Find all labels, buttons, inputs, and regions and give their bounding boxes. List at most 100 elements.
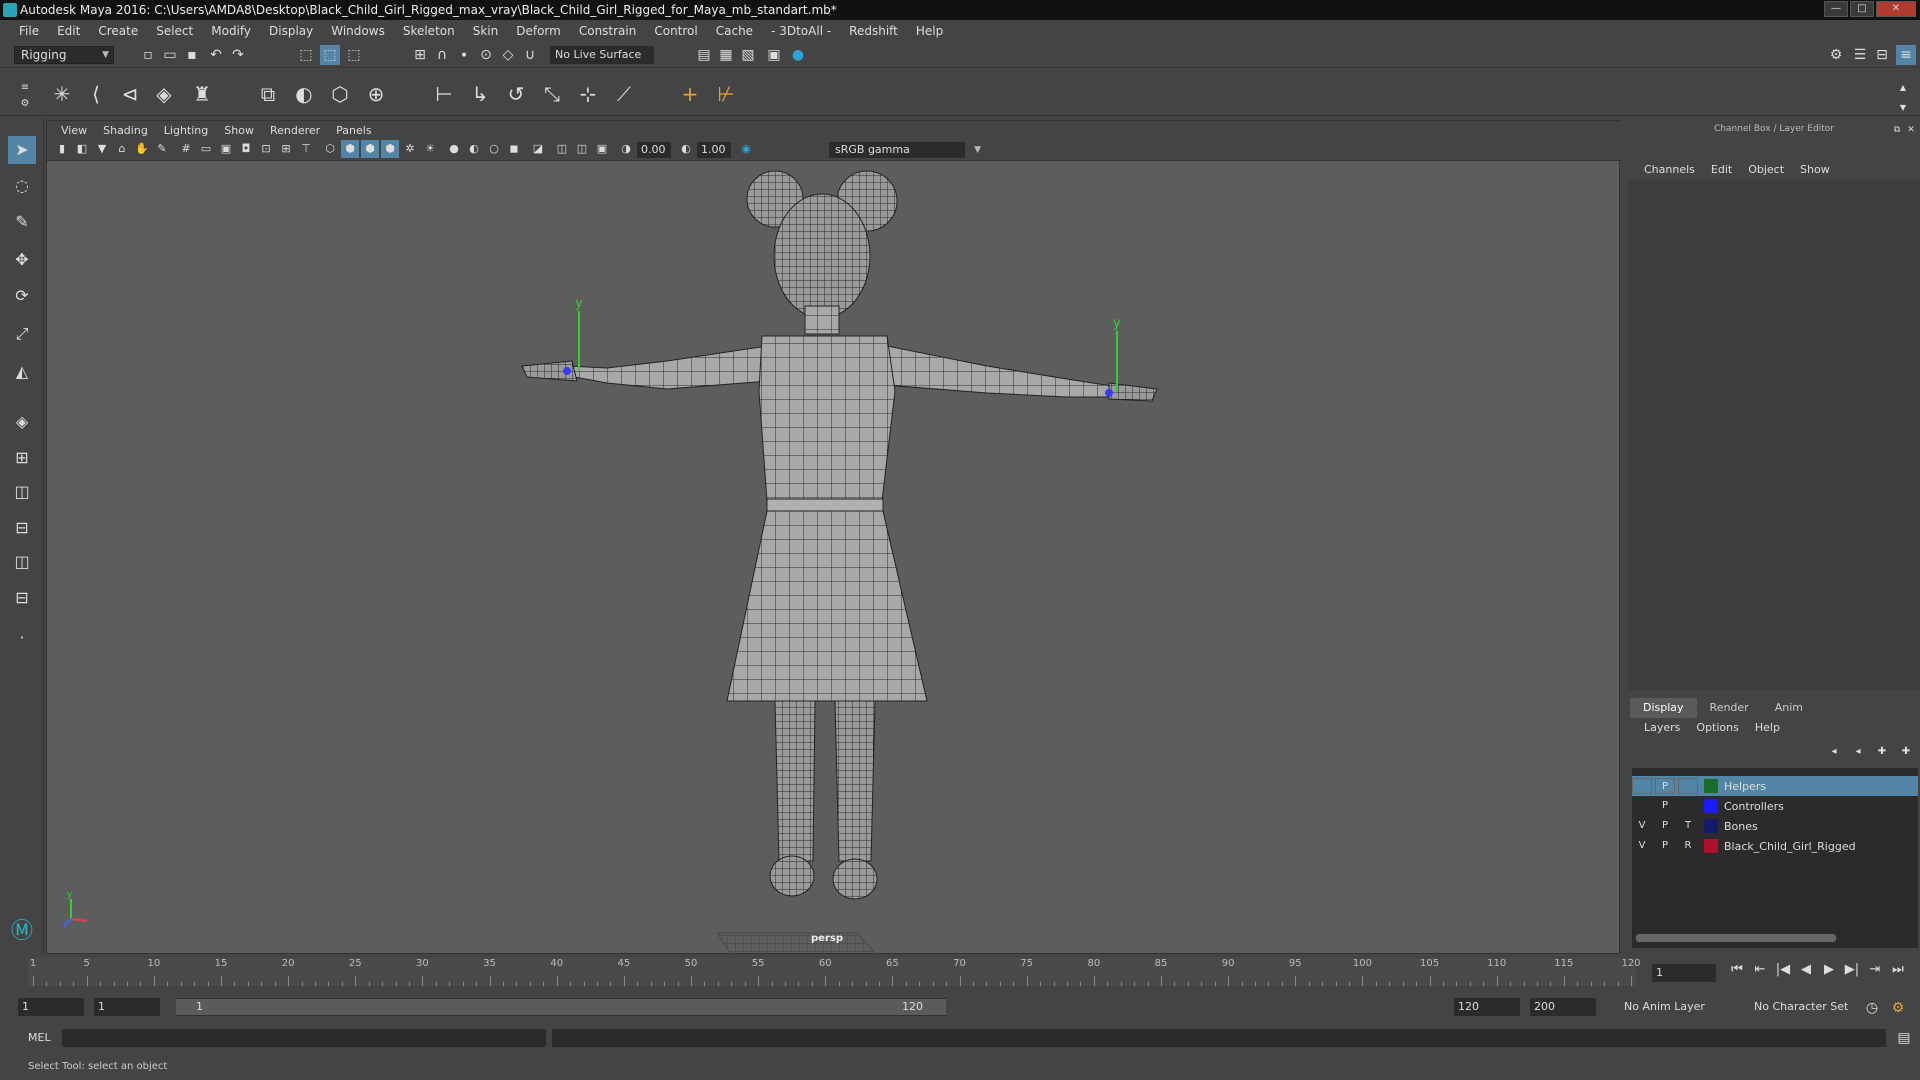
last-tool-icon[interactable]: ◭	[8, 358, 36, 386]
layer-color-swatch[interactable]	[1704, 799, 1718, 813]
cb-menu-channels[interactable]: Channels	[1636, 160, 1703, 180]
menu-skeleton[interactable]: Skeleton	[394, 24, 464, 38]
wireframe-on-shaded-icon[interactable]: ⬢	[361, 140, 379, 158]
range-slider-handle[interactable]	[176, 999, 946, 1015]
layer-row[interactable]: P Controllers	[1632, 796, 1918, 816]
attribute-editor-icon[interactable]: ☰	[1850, 45, 1870, 65]
motion-blur-icon[interactable]: ◐	[465, 140, 483, 158]
range-slider-track[interactable]: 1 120	[176, 998, 946, 1016]
lasso-tool-icon[interactable]: ◌	[8, 172, 36, 200]
textured-icon[interactable]: ⬢	[381, 140, 399, 158]
le-menu-help[interactable]: Help	[1747, 718, 1788, 738]
resolution-gate-icon[interactable]: ▣	[217, 140, 235, 158]
time-ruler[interactable]: 1 5 10 15 20 25 30 35 40 45 50 55 60 65 70 75 80 85 90 95 10…	[28, 958, 1641, 986]
gate-mask-icon[interactable]: ◘	[237, 140, 255, 158]
point-constraint-icon[interactable]: ⊢	[430, 80, 458, 108]
tab-render[interactable]: Render	[1697, 698, 1762, 718]
go-to-end-button[interactable]: ⏭	[1889, 962, 1907, 977]
menu-redshift[interactable]: Redshift	[840, 24, 907, 38]
viewport-panel[interactable]: View Shading Lighting Show Renderer Pane…	[46, 120, 1621, 955]
grease-pencil-icon[interactable]: ✎	[153, 140, 171, 158]
snap-point-icon[interactable]: ∙	[454, 45, 474, 65]
menu-modify[interactable]: Modify	[202, 24, 260, 38]
layer-playback-toggle[interactable]: P	[1655, 838, 1675, 854]
layer-color-swatch[interactable]	[1704, 819, 1718, 833]
layer-type-toggle[interactable]: R	[1678, 838, 1698, 854]
tab-display[interactable]: Display	[1630, 698, 1697, 718]
close-button[interactable]: ✕	[1876, 1, 1916, 17]
vp-menu-panels[interactable]: Panels	[328, 124, 379, 137]
menu-constrain[interactable]: Constrain	[570, 24, 646, 38]
use-all-lights-icon[interactable]: ✲	[401, 140, 419, 158]
vp-menu-shading[interactable]: Shading	[95, 124, 156, 137]
vp-menu-lighting[interactable]: Lighting	[156, 124, 216, 137]
layer-row[interactable]: V P T Bones	[1632, 816, 1918, 836]
view-transform-dropdown[interactable]: sRGB gamma	[829, 142, 981, 158]
command-language[interactable]: MEL	[28, 1031, 51, 1044]
channel-box-icon[interactable]: ≡	[1896, 45, 1916, 65]
isolate-select-icon[interactable]: ◪	[529, 140, 547, 158]
select-tool-icon[interactable]: ➤	[8, 136, 36, 164]
four-view-layout-icon[interactable]: ⊞	[8, 444, 36, 472]
move-tool-icon[interactable]: ✥	[8, 246, 36, 274]
parent-constraint-icon[interactable]: ⊹	[574, 80, 602, 108]
vp-menu-renderer[interactable]: Renderer	[262, 124, 328, 137]
field-chart-icon[interactable]: ⊡	[257, 140, 275, 158]
vp-menu-show[interactable]: Show	[216, 124, 262, 137]
menu-windows[interactable]: Windows	[322, 24, 394, 38]
make-live-icon[interactable]: ∪	[520, 45, 540, 65]
maximize-button[interactable]: □	[1850, 1, 1874, 17]
playback-end-field[interactable]: 120	[1454, 998, 1520, 1016]
paint-weights-icon[interactable]: ◐	[290, 80, 318, 108]
new-layer-selected-icon[interactable]: ✚	[1896, 742, 1916, 762]
ik-spline-icon[interactable]: ⊲	[116, 80, 144, 108]
new-scene-icon[interactable]: ▫	[138, 45, 158, 65]
animation-preferences-icon[interactable]: ⚙	[1888, 998, 1908, 1018]
redo-icon[interactable]: ↷	[228, 45, 248, 65]
safe-title-icon[interactable]: ⊤	[297, 140, 315, 158]
snap-view-plane-icon[interactable]: ◇	[498, 45, 518, 65]
layer-name[interactable]: Bones	[1724, 820, 1758, 833]
snap-grid-icon[interactable]: ⊞	[410, 45, 430, 65]
anti-aliasing-icon[interactable]: ○	[485, 140, 503, 158]
persp-outliner-layout-icon[interactable]: ◫	[8, 478, 36, 506]
script-editor-icon[interactable]: ▤	[1894, 1028, 1914, 1048]
layer-color-swatch[interactable]	[1704, 779, 1718, 793]
snap-projected-icon[interactable]: ⊙	[476, 45, 496, 65]
layer-visibility-toggle[interactable]: V	[1632, 818, 1652, 834]
aim-constraint-icon[interactable]: ↳	[466, 80, 494, 108]
scale-tool-icon[interactable]: ⤢	[8, 320, 36, 348]
menu-edit[interactable]: Edit	[48, 24, 89, 38]
scene-canvas[interactable]: y y y	[47, 161, 1621, 955]
film-gate-icon[interactable]: ▭	[197, 140, 215, 158]
shelf-settings-icon[interactable]: ⚙	[18, 90, 32, 109]
gamma-icon[interactable]: ◐	[677, 140, 695, 158]
color-management-icon[interactable]: ◉	[737, 140, 755, 158]
layer-name[interactable]: Controllers	[1724, 800, 1784, 813]
le-menu-options[interactable]: Options	[1688, 718, 1746, 738]
play-backwards-button[interactable]: ◀	[1797, 962, 1815, 977]
shelf-menu-icon[interactable]: ≡	[18, 74, 32, 93]
xray-joints-icon[interactable]: ◫	[573, 140, 591, 158]
layer-type-toggle[interactable]: T	[1678, 818, 1698, 834]
add-influence-icon[interactable]: +	[676, 80, 704, 108]
bind-skin-icon[interactable]: ⧉	[254, 80, 282, 108]
xray-icon[interactable]: ◫	[553, 140, 571, 158]
menu-3dtoall[interactable]: - 3DtoAll -	[762, 24, 840, 38]
cb-menu-object[interactable]: Object	[1740, 160, 1792, 180]
hypershade-icon[interactable]: ●	[788, 45, 808, 65]
play-forwards-button[interactable]: ▶	[1820, 962, 1838, 977]
cb-menu-edit[interactable]: Edit	[1703, 160, 1740, 180]
select-camera-icon[interactable]: ▮	[53, 140, 71, 158]
layer-name[interactable]: Black_Child_Girl_Rigged	[1724, 840, 1856, 853]
shadows-icon[interactable]: ☀	[421, 140, 439, 158]
layer-visibility-toggle[interactable]: V	[1632, 838, 1652, 854]
menu-create[interactable]: Create	[89, 24, 147, 38]
modeling-toolkit-icon[interactable]: ⚙	[1826, 45, 1846, 65]
ipr-render-icon[interactable]: ▧	[738, 45, 758, 65]
persp-graph-layout-icon[interactable]: ⊟	[8, 514, 36, 542]
create-joint-icon[interactable]: ✳	[48, 80, 76, 108]
safe-action-icon[interactable]: ⊞	[277, 140, 295, 158]
ik-handle-icon[interactable]: ⟨	[82, 80, 110, 108]
paint-select-tool-icon[interactable]: ✎	[8, 208, 36, 236]
